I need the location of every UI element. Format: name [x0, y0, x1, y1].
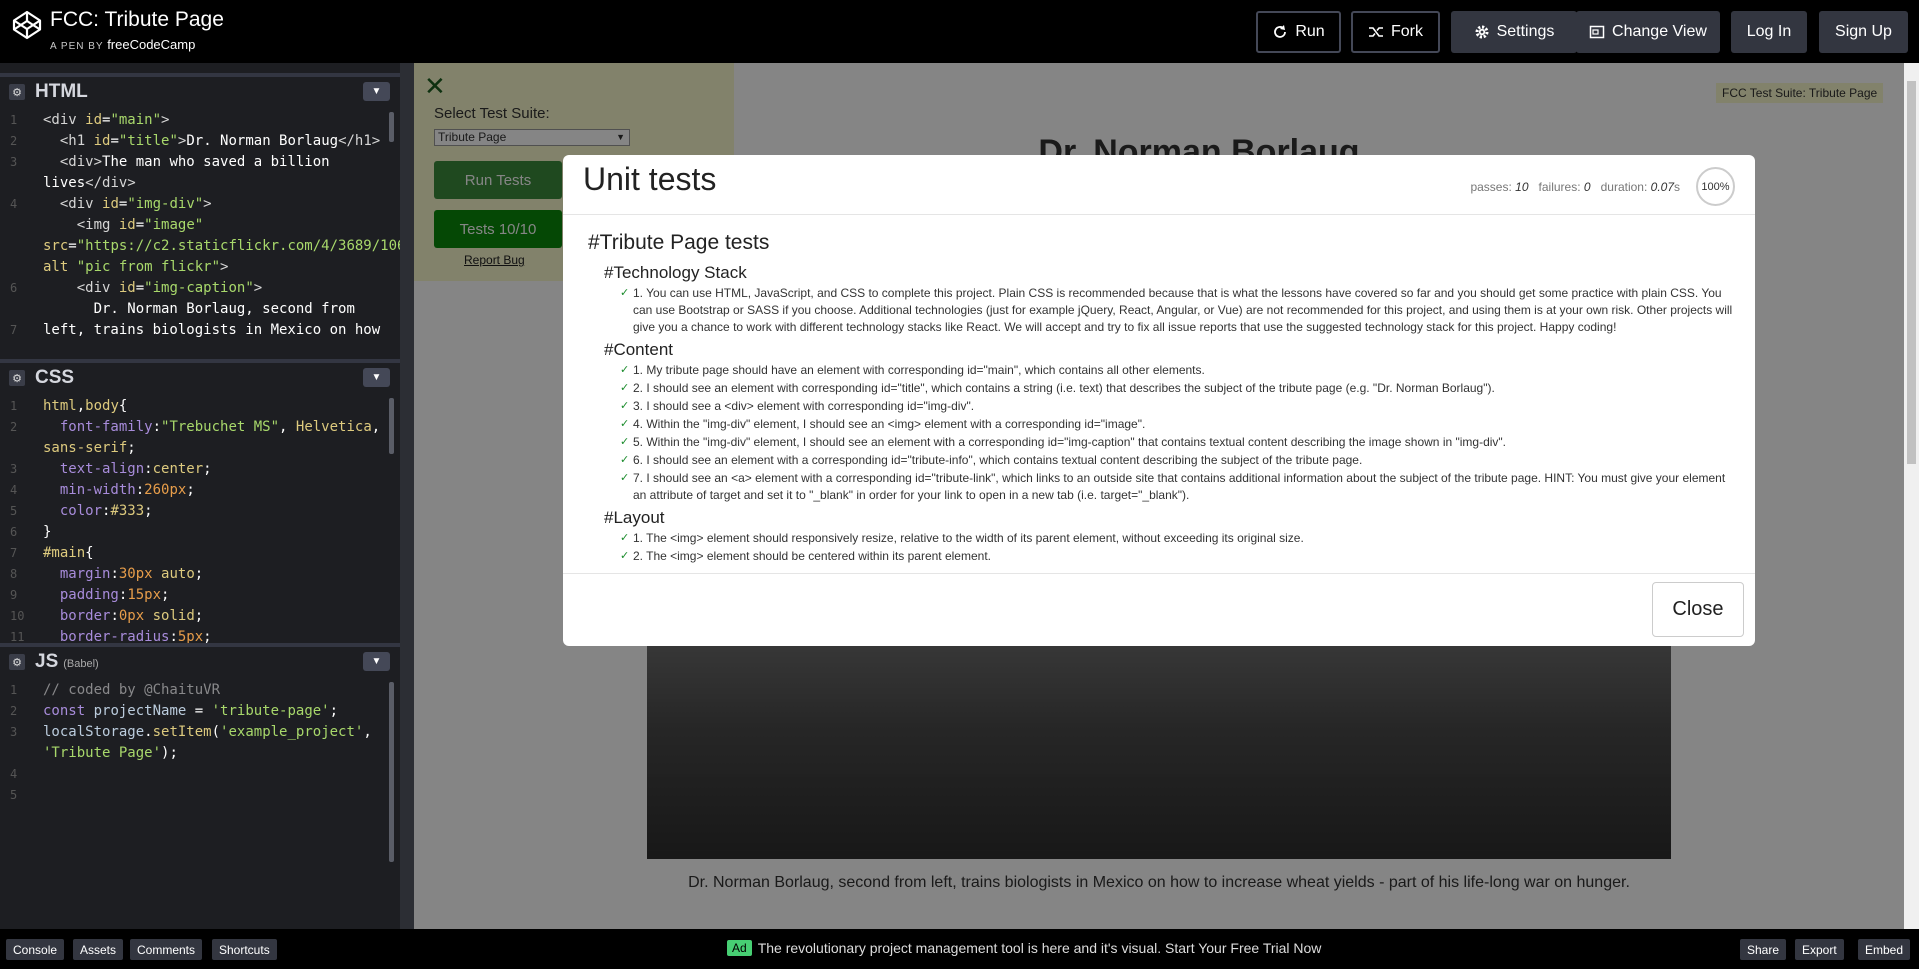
- pen-byline: A PEN BY freeCodeCamp: [50, 37, 195, 52]
- comments-button[interactable]: Comments: [130, 939, 203, 960]
- test-item: 5. Within the "img-div" element, I shoul…: [620, 434, 1735, 451]
- progress-circle: 100%: [1696, 167, 1735, 206]
- group-heading: #Technology Stack: [604, 263, 747, 282]
- login-label: Log In: [1746, 23, 1792, 40]
- group-heading: #Content: [604, 340, 673, 359]
- header: FCC: Tribute Page A PEN BY freeCodeCamp …: [0, 0, 1919, 63]
- editor-column: ⚙ HTML ▼ 123467 <div id="main"> <h1 id="…: [0, 63, 400, 929]
- css-editor[interactable]: 1 2 3 4 5 6 7 8 9 10 11 html,body{ font-family:"Tr…: [0, 396, 400, 646]
- console-button[interactable]: Console: [6, 939, 65, 960]
- test-item: 1. The <img> element should responsively…: [620, 530, 1735, 547]
- suite-heading: #Tribute Page tests: [588, 231, 770, 254]
- fork-icon: [1369, 27, 1383, 37]
- failures-label: failures:: [1538, 180, 1581, 194]
- test-item: 2. I should see an element with correspo…: [620, 380, 1735, 397]
- fork-label: Fork: [1391, 23, 1423, 40]
- test-stats: passes: 10 failures: 0 duration: 0.07s: [1470, 180, 1680, 194]
- test-item: 1. You can use HTML, JavaScript, and CSS…: [620, 285, 1735, 336]
- gear-icon: [1475, 25, 1489, 39]
- run-button[interactable]: Run: [1256, 11, 1341, 53]
- passes-label: passes:: [1470, 180, 1512, 194]
- test-item: 2. The <img> element should be centered …: [620, 548, 1735, 565]
- js-label-text: JS: [35, 651, 59, 672]
- css-pane-label: CSS: [35, 367, 75, 388]
- codepen-logo-icon[interactable]: [12, 10, 42, 40]
- js-pane-header[interactable]: ⚙ JS (Babel) ▼: [0, 643, 400, 677]
- html-editor[interactable]: 123467 <div id="main"> <h1 id="title">Dr…: [0, 110, 400, 351]
- layout-icon: [1589, 25, 1605, 39]
- test-item: 1. My tribute page should have an elemen…: [620, 362, 1735, 379]
- preview-scrollbar[interactable]: [1904, 63, 1919, 929]
- unit-tests-modal: Unit tests passes: 10 failures: 0 durati…: [563, 155, 1755, 646]
- passes-value: 10: [1515, 180, 1529, 194]
- close-button[interactable]: Close: [1652, 582, 1744, 637]
- ad-text[interactable]: The revolutionary project management too…: [758, 940, 1322, 956]
- html-settings-gear-icon[interactable]: ⚙: [9, 84, 25, 100]
- js-settings-gear-icon[interactable]: ⚙: [9, 654, 25, 670]
- duration-label: duration:: [1600, 180, 1648, 194]
- settings-button[interactable]: Settings: [1451, 11, 1577, 53]
- pane-resizer[interactable]: [400, 63, 414, 929]
- css-settings-gear-icon[interactable]: ⚙: [9, 370, 25, 386]
- chevron-down-icon[interactable]: ▼: [363, 652, 390, 671]
- duration-unit: s: [1674, 180, 1680, 194]
- export-button[interactable]: Export: [1795, 939, 1844, 960]
- test-item: 7. I should see an <a> element with a co…: [620, 470, 1735, 504]
- test-item: 6. I should see an element with a corres…: [620, 452, 1735, 469]
- test-results: #Tribute Page tests #Technology Stack 1.…: [563, 214, 1755, 574]
- duration-value: 0.07: [1650, 180, 1674, 194]
- change-view-label: Change View: [1612, 23, 1707, 40]
- css-pane-header[interactable]: ⚙ CSS ▼: [0, 359, 400, 393]
- html-pane-header[interactable]: ⚙ HTML ▼: [0, 73, 400, 107]
- refresh-icon: [1274, 25, 1287, 38]
- modal-title: Unit tests: [583, 161, 717, 197]
- author-link[interactable]: freeCodeCamp: [107, 37, 195, 52]
- failures-value: 0: [1583, 180, 1591, 194]
- js-editor[interactable]: 12345 // coded by @ChaituVR const projec…: [0, 680, 400, 929]
- pen-title: FCC: Tribute Page: [50, 8, 224, 31]
- signup-button[interactable]: Sign Up: [1819, 11, 1908, 53]
- shortcuts-button[interactable]: Shortcuts: [212, 939, 277, 960]
- signup-label: Sign Up: [1835, 23, 1892, 40]
- byline-prefix: A PEN BY: [50, 41, 104, 52]
- settings-label: Settings: [1496, 23, 1555, 40]
- chevron-down-icon[interactable]: ▼: [363, 82, 390, 101]
- test-item: 4. Within the "img-div" element, I shoul…: [620, 416, 1735, 433]
- ad-banner[interactable]: Ad The revolutionary project management …: [727, 940, 1321, 956]
- share-button[interactable]: Share: [1740, 939, 1787, 960]
- chevron-down-icon[interactable]: ▼: [363, 368, 390, 387]
- fork-button[interactable]: Fork: [1351, 11, 1440, 53]
- footer: Console Assets Comments Shortcuts Ad The…: [0, 929, 1919, 969]
- login-button[interactable]: Log In: [1731, 11, 1807, 53]
- ad-badge: Ad: [727, 940, 752, 956]
- js-preprocessor: (Babel): [63, 658, 99, 670]
- group-heading: #Layout: [604, 508, 665, 527]
- embed-button[interactable]: Embed: [1858, 939, 1911, 960]
- run-label: Run: [1295, 23, 1325, 40]
- html-pane-label: HTML: [35, 81, 88, 102]
- assets-button[interactable]: Assets: [73, 939, 124, 960]
- preview-scrollbar-thumb[interactable]: [1907, 81, 1916, 464]
- js-pane-label: JS (Babel): [35, 651, 99, 673]
- change-view-button[interactable]: Change View: [1576, 11, 1720, 53]
- test-item: 3. I should see a <div> element with cor…: [620, 398, 1735, 415]
